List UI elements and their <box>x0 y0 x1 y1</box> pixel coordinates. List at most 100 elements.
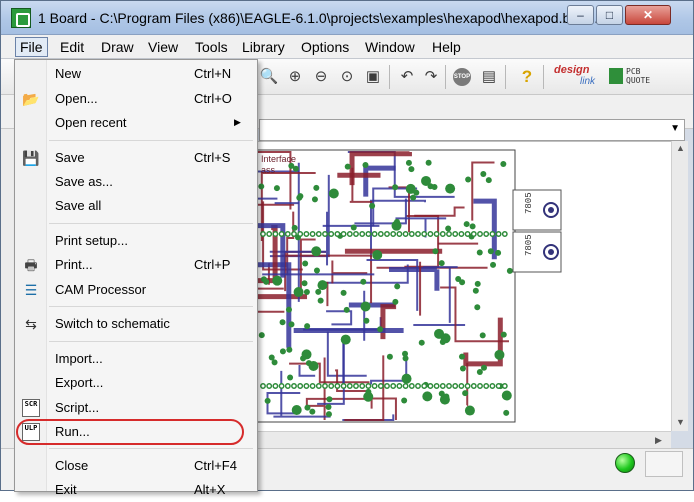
menu-item-save[interactable]: 💾 Save Ctrl+S <box>16 146 256 170</box>
designlink-text-top: design <box>554 64 589 76</box>
pcb-header-pin <box>403 384 407 388</box>
pcb-header-pin <box>329 232 333 236</box>
pcb-pad <box>286 307 292 313</box>
minimize-button[interactable]: – <box>567 5 594 25</box>
menu-item-close[interactable]: Close Ctrl+F4 <box>16 454 256 478</box>
redo-icon[interactable]: ↷ <box>421 67 441 87</box>
pcb-header-pin <box>484 232 488 236</box>
pcb-pad <box>304 323 310 329</box>
pcb-pad <box>402 374 412 384</box>
maximize-button[interactable]: □ <box>596 5 623 25</box>
chevron-down-icon[interactable]: ▼ <box>670 123 680 134</box>
pcb-pad <box>465 176 471 182</box>
pcb-pad <box>462 390 468 396</box>
pcb-header-pin <box>441 384 445 388</box>
menu-draw[interactable]: Draw <box>101 39 134 55</box>
pcb-pad <box>360 279 366 285</box>
menu-item-open[interactable]: 📂 Open... Ctrl+O <box>16 87 256 111</box>
pcb-pad <box>503 410 509 416</box>
pcb-pad <box>294 287 304 297</box>
scroll-down-icon[interactable]: ▼ <box>676 417 685 427</box>
scroll-up-icon[interactable]: ▲ <box>676 143 685 153</box>
pcb-quote-mark-icon <box>609 68 623 84</box>
pcb-quote-logo[interactable]: PCB QUOTE <box>609 65 659 89</box>
layer-select[interactable]: ▼ <box>259 119 685 141</box>
menu-item-save-as[interactable]: Save as... <box>16 170 256 194</box>
pcb-header-pin <box>490 232 494 236</box>
zoom-in-icon[interactable]: ⊕ <box>285 67 305 87</box>
menu-tools[interactable]: Tools <box>195 39 228 55</box>
menu-item-import[interactable]: Import... <box>16 347 256 371</box>
menu-item-shortcut: Ctrl+O <box>194 91 232 106</box>
menu-item-save-all[interactable]: Save all <box>16 194 256 218</box>
zoom-out-icon[interactable]: ⊖ <box>311 67 331 87</box>
menu-item-switch-to-schematic[interactable]: ⇆ Switch to schematic <box>16 312 256 336</box>
pcb-pad <box>477 249 483 255</box>
pcb-header-pin <box>298 384 302 388</box>
pcb-header-pin <box>434 384 438 388</box>
pcb-pad <box>495 250 501 256</box>
pcb-pad <box>401 397 407 403</box>
menu-item-export[interactable]: Export... <box>16 371 256 395</box>
zoom-select-icon[interactable]: ▣ <box>363 67 383 87</box>
pcb-header-pin <box>422 384 426 388</box>
pcb-header-pin <box>434 232 438 236</box>
pcb-header-pin <box>273 384 277 388</box>
menu-edit[interactable]: Edit <box>60 39 84 55</box>
pcb-header-pin <box>453 384 457 388</box>
menu-item-shortcut: Ctrl+N <box>194 66 231 81</box>
pcb-header-pin <box>503 232 507 236</box>
menu-item-print[interactable]: 🖶 Print... Ctrl+P <box>16 253 256 277</box>
pcb-pad <box>426 160 432 166</box>
stop-icon[interactable]: STOP <box>453 68 471 86</box>
zoom-fit-icon[interactable]: 🔍 <box>259 67 279 87</box>
menu-options[interactable]: Options <box>301 39 349 55</box>
menu-window[interactable]: Window <box>365 39 415 55</box>
pcb-pad <box>317 280 327 290</box>
window-title: 1 Board - C:\Program Files (x86)\EAGLE-6… <box>38 10 598 26</box>
pcb-pad <box>341 335 351 345</box>
menu-item-script[interactable]: SCR Script... <box>16 396 256 420</box>
pcb-pad <box>258 183 264 189</box>
go-icon[interactable]: ▤ <box>479 67 499 87</box>
menu-item-exit[interactable]: Exit Alt+X <box>16 478 256 502</box>
board-canvas[interactable]: 7805 7805 Interface ass <box>257 141 671 431</box>
menu-item-cam-processor[interactable]: ☰ CAM Processor <box>16 278 256 302</box>
scroll-right-icon[interactable]: ▶ <box>655 435 662 446</box>
menu-item-print-setup[interactable]: Print setup... <box>16 229 256 253</box>
toolbar-separator <box>445 65 446 89</box>
menu-item-label: Import... <box>55 351 103 366</box>
pcb-header-pin <box>447 384 451 388</box>
designlink-logo[interactable]: design link <box>554 62 606 90</box>
menu-help[interactable]: Help <box>432 39 461 55</box>
vertical-scrollbar[interactable]: ▲ ▼ <box>671 141 688 431</box>
menu-file[interactable]: File <box>15 37 48 57</box>
close-button[interactable]: ✕ <box>625 5 671 25</box>
pcb-header-pin <box>298 232 302 236</box>
pcb-pad <box>470 223 476 229</box>
menu-item-shortcut: Alt+X <box>194 482 225 497</box>
menu-library[interactable]: Library <box>242 39 285 55</box>
menu-separator <box>49 306 253 307</box>
pcb-pad <box>280 348 286 354</box>
pcb-pad <box>387 354 393 360</box>
pcb-pad <box>261 276 267 282</box>
pcb-header-pin <box>286 232 290 236</box>
pcb-header-pin <box>286 384 290 388</box>
pcb-pad <box>464 221 470 227</box>
undo-icon[interactable]: ↶ <box>397 67 417 87</box>
pcb-pad <box>314 268 320 274</box>
menu-view[interactable]: View <box>148 39 178 55</box>
horizontal-scrollbar[interactable]: ▶ <box>257 431 671 448</box>
pcb-header-pin <box>496 232 500 236</box>
help-icon[interactable]: ? <box>517 67 537 87</box>
pcb-pad <box>326 396 332 402</box>
pcb-header-pin <box>478 232 482 236</box>
pcb-pad <box>408 166 414 172</box>
menu-item-new[interactable]: New Ctrl+N <box>16 62 256 86</box>
pcb-pad <box>473 288 479 294</box>
zoom-redraw-icon[interactable]: ⊙ <box>337 67 357 87</box>
eagle-app-icon[interactable] <box>11 8 31 28</box>
menu-item-open-recent[interactable]: Open recent ▶ <box>16 111 256 135</box>
pcb-pad <box>486 177 492 183</box>
